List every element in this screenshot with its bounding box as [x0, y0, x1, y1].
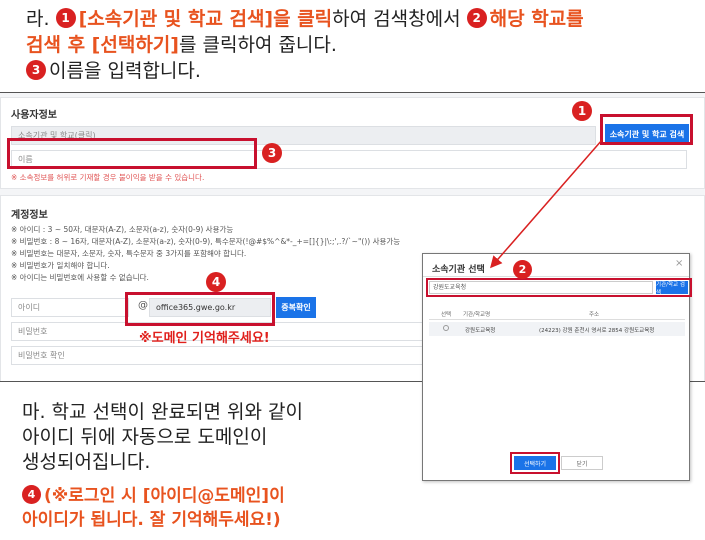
- rule-4: ※ 비밀번호가 일치해야 합니다.: [11, 261, 110, 270]
- step-3-badge: 3: [26, 59, 46, 80]
- login-id-note-line-2: 아이디가 됩니다. 잘 기억해두세요!): [22, 510, 281, 530]
- modal-table-header: 선택 기관/학교명 주소: [429, 307, 685, 320]
- section-title-user: 사용자정보: [11, 110, 57, 121]
- bottom-instructions: 마. 학교 선택이 완료되면 위와 같이 아이디 뒤에 자동으로 도메인이 생성…: [22, 400, 402, 475]
- step-4-text-a: (※로그인 시 [아이디@도메인]이: [44, 486, 285, 506]
- modal-title: 소속기관 선택: [432, 265, 485, 275]
- col-name: 기관/학교명: [463, 312, 491, 318]
- step-2-text-a: 해당 학교를: [489, 8, 584, 30]
- badge-4: 4: [206, 272, 226, 292]
- highlight-name-field: [7, 138, 257, 169]
- row-name: 강원도교육청: [465, 328, 496, 334]
- login-id-note: 4 (※로그인 시 [아이디@도메인]이 아이디가 됩니다. 잘 기억해두세요!): [22, 484, 412, 532]
- top-line-2: 검색 후 [선택하기]를 클릭하여 줍니다.: [26, 32, 696, 58]
- step-2-badge: 2: [466, 7, 487, 28]
- org-warning: ※ 소속정보를 허위로 기재할 경우 불이익을 받을 수 있습니다.: [11, 173, 205, 182]
- rule-2: ※ 비밀번호 : 8 ~ 16자, 대문자(A-Z), 소문자(a-z), 숫자…: [11, 237, 401, 246]
- login-id-note-line-1: 4 (※로그인 시 [아이디@도메인]이: [22, 484, 412, 508]
- domain-remember-note: ※도메인 기억해주세요!: [139, 331, 270, 346]
- highlight-search-button: [600, 114, 693, 145]
- step-3-text: 이름을 입력합니다.: [49, 60, 201, 82]
- bottom-line-3: 생성되어집니다.: [22, 451, 151, 473]
- rule-1: ※ 아이디 : 3 ~ 50자, 대문자(A-Z), 소문자(a-z), 숫자(…: [11, 225, 234, 234]
- highlight-select-button: [510, 452, 560, 474]
- table-row[interactable]: 강원도교육청 (24223) 강원 춘천시 영서로 2854 강원도교육청: [429, 322, 685, 336]
- row-address: (24223) 강원 춘천시 영서로 2854 강원도교육청: [539, 328, 655, 334]
- step-1-suffix: 하여 검색창에서: [332, 8, 461, 30]
- rule-5: ※ 아이디는 비밀번호에 사용할 수 없습니다.: [11, 273, 149, 282]
- highlight-domain-field: [125, 292, 275, 326]
- col-address: 주소: [589, 312, 600, 318]
- radio-select[interactable]: [443, 325, 449, 331]
- bottom-line-1: 마. 학교 선택이 완료되면 위와 같이: [22, 401, 303, 423]
- modal-close-button[interactable]: 닫기: [561, 456, 603, 470]
- step-prefix: 라.: [26, 8, 50, 30]
- step-2-suffix: 를 클릭하여 줍니다.: [178, 34, 337, 56]
- top-line-3: 3 이름을 입력합니다.: [26, 58, 696, 84]
- top-line-1: 라. 1 [소속기관 및 학교 검색]을 클릭하여 검색창에서 2 해당 학교를: [26, 6, 696, 32]
- modal-close-icon[interactable]: ×: [675, 258, 683, 269]
- id-field[interactable]: 아이디: [11, 298, 129, 317]
- highlight-modal-search: [426, 278, 692, 297]
- section-title-account: 계정정보: [11, 210, 48, 221]
- badge-3: 3: [262, 143, 282, 163]
- badge-1: 1: [572, 101, 592, 121]
- rule-3: ※ 비밀번호는 대문자, 소문자, 숫자, 특수문자 중 3가지를 포함해야 합…: [11, 249, 247, 258]
- top-instructions: 라. 1 [소속기관 및 학교 검색]을 클릭하여 검색창에서 2 해당 학교를 검…: [26, 6, 696, 84]
- org-select-modal: 소속기관 선택 × 강원도교육청 기관/학교 검색 선택 기관/학교명 주소 강…: [422, 253, 692, 481]
- step-1-badge: 1: [55, 7, 76, 28]
- password-confirm-field[interactable]: 비밀번호 확인: [11, 346, 423, 365]
- duplicate-check-button[interactable]: 중복확인: [276, 297, 316, 318]
- step-2-text-b: 검색 후 [선택하기]: [26, 34, 179, 56]
- step-4-badge: 4: [22, 484, 41, 504]
- step-1-text: [소속기관 및 학교 검색]을 클릭: [78, 8, 333, 30]
- bottom-line-2: 아이디 뒤에 자동으로 도메인이: [22, 426, 268, 448]
- badge-2: 2: [513, 260, 532, 279]
- modal-divider: [423, 276, 689, 277]
- col-select: 선택: [441, 312, 452, 318]
